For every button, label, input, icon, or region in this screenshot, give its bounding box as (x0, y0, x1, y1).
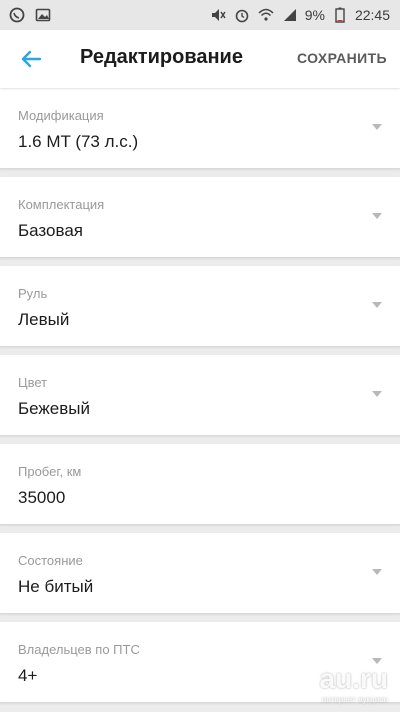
viber-icon (8, 6, 26, 24)
field-label: Модификация (18, 108, 104, 123)
field-label: Пробег, км (18, 464, 82, 479)
field-label: Владельцев по ПТС (18, 642, 140, 657)
battery-percent: 9% (304, 7, 325, 23)
watermark: au.ru интернет-аукцион (319, 663, 388, 705)
dropdown-arrow-icon (372, 124, 382, 130)
save-button[interactable]: СОХРАНИТЬ (297, 50, 387, 66)
field-value: Бежевый (18, 399, 90, 418)
wifi-icon (257, 6, 275, 24)
field-steering[interactable]: Руль Левый (0, 266, 400, 347)
field-label: Состояние (18, 553, 83, 568)
field-color[interactable]: Цвет Бежевый (0, 355, 400, 436)
dropdown-arrow-icon (372, 302, 382, 308)
arrow-left-icon (21, 50, 42, 68)
field-trim[interactable]: Комплектация Базовая (0, 177, 400, 258)
watermark-caption: интернет-аукцион (321, 695, 388, 704)
dropdown-arrow-icon (372, 213, 382, 219)
clock: 22:45 (354, 7, 390, 23)
status-left-icons (8, 6, 52, 24)
field-label: Руль (18, 286, 48, 301)
field-value: Левый (18, 310, 70, 329)
field-value: 4+ (18, 666, 38, 685)
field-mileage[interactable]: Пробег, км 35000 (0, 444, 400, 525)
gallery-icon (34, 6, 52, 24)
mute-icon (209, 6, 227, 24)
app-bar: Редактирование СОХРАНИТЬ (0, 30, 400, 88)
dropdown-arrow-icon (372, 391, 382, 397)
field-value: 35000 (18, 488, 66, 507)
status-bar: 9% 22:45 (0, 0, 400, 30)
field-value: Базовая (18, 221, 83, 240)
field-value: Не битый (18, 577, 94, 596)
battery-icon (331, 6, 349, 24)
field-value: 1.6 MT (73 л.с.) (18, 132, 139, 151)
back-button[interactable] (14, 43, 48, 75)
field-modification[interactable]: Модификация 1.6 MT (73 л.с.) (0, 88, 400, 169)
signal-icon (281, 6, 299, 24)
dropdown-arrow-icon (372, 569, 382, 575)
page-title: Редактирование (80, 46, 243, 68)
field-label: Цвет (18, 375, 48, 390)
watermark-logo: au.ru (319, 663, 388, 694)
status-right-icons: 9% 22:45 (209, 6, 390, 24)
field-label: Комплектация (18, 197, 105, 212)
alarm-icon (233, 6, 251, 24)
field-condition[interactable]: Состояние Не битый (0, 533, 400, 614)
